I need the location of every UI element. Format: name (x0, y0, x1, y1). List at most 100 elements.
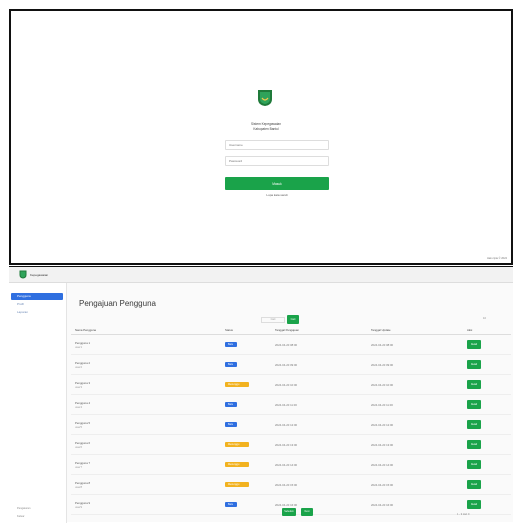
submitted-cell: 2024-04-20 12:00 (271, 414, 367, 435)
user-id: user9 (75, 504, 82, 509)
detail-button[interactable]: Detail (467, 480, 481, 489)
app-name: Kepegawaian (30, 273, 49, 277)
updated-cell: 2024-04-20 15:00 (367, 474, 463, 495)
detail-button[interactable]: Detail (467, 420, 481, 429)
status-badge: Menunggu (225, 462, 249, 467)
submitted-cell: 2024-04-20 08:00 (271, 334, 367, 355)
submitted-cell: 2024-04-20 10:00 (271, 374, 367, 395)
column-header: Status (221, 325, 271, 335)
top-bar: Kepegawaian (9, 267, 513, 283)
detail-button[interactable]: Detail (467, 340, 481, 349)
action-cell: Detail (463, 334, 511, 355)
column-header: Tanggal Update (367, 325, 463, 335)
column-header: Aksi (463, 325, 511, 335)
search-input[interactable]: Cari (261, 317, 285, 323)
forgot-password-link[interactable]: Lupa kata sandi (225, 193, 329, 197)
status-badge: Menunggu (225, 442, 249, 447)
updated-cell: 2024-04-20 08:00 (367, 334, 463, 355)
table-row: Pengguna 1 user1 Baru 2024-04-20 08:00 2024-… (71, 334, 511, 355)
detail-button[interactable]: Detail (467, 400, 481, 409)
app-subtitle: Kabupaten Bantul (253, 127, 279, 131)
name-cell: Pengguna 7 user7 (71, 454, 221, 475)
status-badge: Baru (225, 502, 237, 507)
updated-cell: 2024-04-20 11:00 (367, 394, 463, 415)
status-badge: Menunggu (225, 382, 249, 387)
table-row: Pengguna 3 user3 Menunggu 2024-04-20 10:00 2… (71, 374, 511, 395)
status-badge: Baru (225, 362, 237, 367)
name-cell: Pengguna 1 user1 (71, 334, 221, 355)
submissions-table: Nama Pengguna Status Tanggal Pengajuan T… (71, 325, 511, 515)
status-badge: Baru (225, 402, 237, 407)
user-id: user2 (75, 364, 82, 369)
name-cell: Pengguna 5 user5 (71, 414, 221, 435)
sidebar-item-logout[interactable]: Keluar (17, 515, 25, 518)
status-cell: Menunggu (221, 474, 271, 495)
status-badge: Baru (225, 342, 237, 347)
updated-cell: 2024-04-20 10:00 (367, 374, 463, 395)
table-header: Nama Pengguna Status Tanggal Pengajuan T… (71, 325, 511, 335)
column-header: Nama Pengguna (71, 325, 221, 335)
status-cell: Baru (221, 494, 271, 515)
table-row: Pengguna 5 user5 Baru 2024-04-20 12:00 2024-… (71, 414, 511, 435)
updated-cell: 2024-04-20 16:00 (367, 494, 463, 515)
table-row: Pengguna 7 user7 Menunggu 2024-04-20 14:00 2… (71, 454, 511, 475)
column-header: Tanggal Pengajuan (271, 325, 367, 335)
submitted-cell: 2024-04-20 14:00 (271, 454, 367, 475)
submitted-cell: 2024-04-20 09:00 (271, 354, 367, 375)
search-button[interactable]: Cari (287, 315, 299, 324)
submitted-cell: 2024-04-20 15:00 (271, 474, 367, 495)
detail-button[interactable]: Detail (467, 500, 481, 509)
app-title: Sistem Kepegawaian (251, 122, 281, 126)
status-cell: Menunggu (221, 454, 271, 475)
name-cell: Pengguna 8 user8 (71, 474, 221, 495)
detail-button[interactable]: Detail (467, 380, 481, 389)
rows-per-page-select[interactable]: 10 (483, 317, 486, 320)
updated-cell: 2024-04-20 12:00 (367, 414, 463, 435)
user-id: user3 (75, 384, 82, 389)
logo-icon (258, 90, 272, 106)
sidebar-item-profil[interactable]: Profil (11, 301, 63, 308)
table-row: Pengguna 6 user6 Menunggu 2024-04-20 13:00 2… (71, 434, 511, 455)
updated-cell: 2024-04-20 09:00 (367, 354, 463, 375)
name-cell: Pengguna 4 user4 (71, 394, 221, 415)
sidebar-item-laporan[interactable]: Laporan (11, 309, 63, 316)
pagination-info: 1 - 9 dari 9 (457, 513, 470, 516)
login-button[interactable]: Masuk (225, 177, 329, 190)
detail-button[interactable]: Detail (467, 360, 481, 369)
user-id: user6 (75, 444, 82, 449)
updated-cell: 2024-04-20 14:00 (367, 454, 463, 475)
user-id: user8 (75, 484, 82, 489)
submitted-cell: 2024-04-20 11:00 (271, 394, 367, 415)
sidebar: Pengguna Profil Laporan Pengaturan Kelua… (9, 283, 67, 523)
admin-screen: Kepegawaian Pengguna Profil Laporan Peng… (9, 266, 513, 523)
name-cell: Pengguna 9 user9 (71, 494, 221, 515)
updated-cell: 2024-04-20 13:00 (367, 434, 463, 455)
login-panel: Sistem Kepegawaian Kabupaten Bantul Masu… (9, 9, 513, 265)
action-cell: Detail (463, 394, 511, 415)
action-cell: Detail (463, 474, 511, 495)
name-cell: Pengguna 2 user2 (71, 354, 221, 375)
status-badge: Menunggu (225, 482, 249, 487)
action-cell: Detail (463, 354, 511, 375)
status-cell: Baru (221, 334, 271, 355)
detail-button[interactable]: Detail (467, 460, 481, 469)
sidebar-item-settings[interactable]: Pengaturan (17, 507, 30, 510)
table-row: Pengguna 4 user4 Baru 2024-04-20 11:00 2024-… (71, 394, 511, 415)
pagination-next-button[interactable]: Next (301, 508, 313, 516)
username-input[interactable] (225, 140, 329, 150)
action-cell: Detail (463, 454, 511, 475)
pagination-prev-button[interactable]: Sebelum (282, 508, 296, 516)
status-badge: Baru (225, 422, 237, 427)
sidebar-item-pengguna[interactable]: Pengguna (11, 293, 63, 300)
copyright-text: Hak cipta © 2024 (487, 257, 507, 260)
name-cell: Pengguna 3 user3 (71, 374, 221, 395)
user-id: user5 (75, 424, 82, 429)
status-cell: Menunggu (221, 434, 271, 455)
action-cell: Detail (463, 414, 511, 435)
user-id: user4 (75, 404, 82, 409)
table-row: Pengguna 2 user2 Baru 2024-04-20 09:00 2024-… (71, 354, 511, 375)
password-input[interactable] (225, 156, 329, 166)
detail-button[interactable]: Detail (467, 440, 481, 449)
status-cell: Baru (221, 414, 271, 435)
logo-icon (19, 270, 27, 279)
